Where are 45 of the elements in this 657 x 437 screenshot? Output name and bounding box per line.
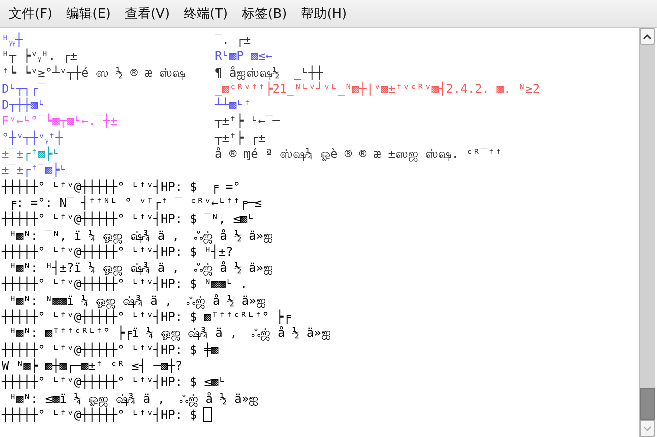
terminal-line: å ® ɱé ª ஸ்ஷ¼ ஓè ® ® æ ±ஸஜ ஸ்ஷ. ᶜᴿ‾ᶠᶠ (215, 146, 502, 162)
menu-item[interactable]: 查看(V) (118, 2, 176, 26)
terminal-line: ╒: =°: N‾ ┤ᶠᶠᴺᴸ ° ᵛᵀ┌ᶠ ‾ ᶜᴿᵛ←ᴸᶠᶠ╒─≤ (8, 194, 262, 212)
terminal-line: ┬±ᶠ┝ ᴸ←‾─ (215, 113, 280, 130)
terminal-line: ᴴ▩ᴺ: ≤▩ï ¼ ஓஜ ஷ்¾ ä , ஃஜ் å ½ ä»ஐ (8, 390, 260, 407)
scroll-up-button[interactable] (640, 28, 655, 45)
scrollbar[interactable] (639, 28, 655, 437)
terminal-line: ᴴᵧᵧ┼ (2, 32, 23, 48)
caret-up-icon (643, 34, 652, 40)
menu-item[interactable]: 文件(F) (3, 2, 59, 26)
terminal-line: ┼┼┼┼┼° ᴸᶠᵛ@┼┼┼┼┼° ᴸᶠᵛ┤HP: $ ᴴ┤±? (2, 244, 234, 260)
terminal-line: ┼┼┼┼┼° ᴸᶠᵛ@┼┼┼┼┼° ᴸᶠᵛ┤HP: $ ╪▩ (2, 342, 219, 358)
terminal-line: °┼ᵛ┬┼ᵛᵧᶠ┼ (2, 130, 63, 146)
terminal-line: ±‾±┌ᶠ‾▩┝ᴸ (2, 162, 68, 179)
terminal-line: Fᵛ←ᴸ°‾┕▩┬▩ᴸ←.‾┼± (2, 113, 118, 130)
terminal-line: Rᴸ▩P ▩≤← (215, 48, 273, 65)
terminal-line: ᶠ┕ ┕ᵛ≥°┴ᵛ┬┼é ஸ ½ ® æ ஸ்ஷ (2, 64, 186, 81)
menu-item[interactable]: 帮助(H) (295, 2, 354, 26)
terminal-line: ᴴ▩ᴺ: ᴴ┤±?ï ¼ ஓஜ ஷ்¾ ä , ஃஜ் å ½ ä»ஐ (8, 260, 274, 276)
terminal-line: ┼┼┼┼┼° ᴸᶠᵛ@┼┼┼┼┼° ᴸᶠᵛ┤HP: $ ≤▩ᴸ (2, 374, 226, 391)
terminal-line: _▩ᶜᴿᵛᶠᶠ┝21_ᴺᴸᵛ┘ᵛᴸ_ᴺ▩┼|ᵛ▩±ᶠᵛᶜᴿᵛ▩┤2.4.2. ▩. ᴺ≥2 (215, 80, 540, 98)
terminal-line: ┬±ᶠ┝ ┌± (215, 130, 266, 146)
scroll-thumb[interactable] (640, 388, 655, 420)
text-cursor (203, 407, 212, 422)
terminal-line: Dᴸ┬┐┌‾ (2, 80, 46, 98)
terminal-line: ᴴ▩ᴺ: ▩ᵀᶠᶠᶜᴿᴸᶠ° ┝╒ï ¼ ஓஜ ஷ்¾ ä , ஃஜ் å ½ ä»ஐ (8, 325, 332, 342)
menu-item[interactable]: 终端(T) (178, 2, 234, 26)
terminal-line: ┼┼┼┼┼° ᴸᶠᵛ@┼┼┼┼┼° ᴸᶠᵛ┤HP: $ ╒ =° (2, 178, 240, 195)
terminal-line: ᴴ▩ᴺ: ᴺ▩▩ï ¼ ஓஜ ஷ்¾ ä , ஃஜ் å ½ ä»ஐ (8, 292, 266, 310)
menu-item[interactable]: 标签(B) (236, 2, 294, 26)
terminal-line: ‾. ┌± (215, 32, 252, 48)
terminal-line: ᴴ┬ ┝ᵛᵧᴴ. ┌± (2, 48, 78, 65)
terminal-line: ᴴ▩ᴺ: ‾ᴺ, ï ¼ ஓஜ ஷ்¾ ä , ஃஜ் å ½ ä»ஐ (8, 228, 274, 244)
terminal-line: ±‾±┌ᶠ▩┝ᴸ (2, 146, 60, 162)
terminal-line: W ᴺ▩┝ ▩┼▩┌─▩±ᶠ ᶜᴿ ≤┤ ─▩┼? (2, 358, 183, 374)
menu-item[interactable]: 编辑(E) (60, 2, 117, 26)
terminal-line: ┴┴▩ᴸᶠ (215, 97, 252, 114)
terminal-line: ┼┼┼┼┼° ᴸᶠᵛ@┼┼┼┼┼° ᴸᶠᵛ┤HP: $ ‾ᴺ, ≤▩ᴸ (2, 211, 255, 228)
terminal-line: ┼┼┼┼┼° ᴸᶠᵛ@┼┼┼┼┼° ᴸᶠᵛ┤HP: $ (2, 407, 198, 424)
terminal-line: ┼┼┼┼┼° ᴸᶠᵛ@┼┼┼┼┼° ᴸᶠᵛ┤HP: $ ▩ᵀᶠᶠᶜᴿᴸᶠ° ┝╒ (2, 309, 291, 326)
scroll-down-button[interactable] (640, 420, 655, 437)
terminal-line: ¶ åஐஸ்ஷ½ _ᴸ┼┼ (215, 64, 324, 81)
caret-down-icon (643, 426, 652, 432)
terminal-line: D┬┼┼▩ᴸ (2, 97, 46, 114)
terminal-line: ┼┼┼┼┼° ᴸᶠᵛ@┼┼┼┼┼° ᴸᶠᵛ┤HP: $ ᴺ▩▩ᴸ . (2, 276, 248, 293)
